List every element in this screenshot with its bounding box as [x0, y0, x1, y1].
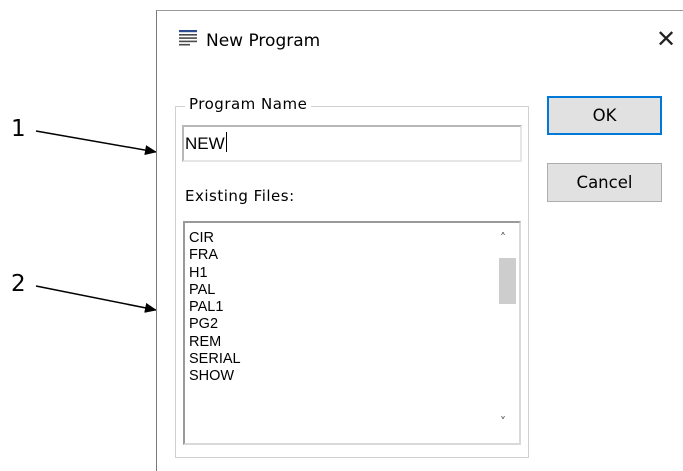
list-item[interactable]: SHOW	[189, 368, 241, 385]
cancel-button[interactable]: Cancel	[547, 163, 662, 202]
list-item[interactable]: PG2	[189, 316, 241, 333]
title-bar: New Program ✕	[157, 11, 683, 73]
scroll-up-icon[interactable]: ˄	[500, 231, 506, 245]
list-item[interactable]: FRA	[189, 247, 241, 264]
close-button[interactable]: ✕	[651, 25, 681, 53]
scroll-thumb[interactable]	[499, 258, 516, 304]
callout-arrow-2	[35, 285, 157, 313]
vertical-scrollbar[interactable]: ˄ ˅	[495, 223, 519, 443]
list-item[interactable]: H1	[189, 265, 241, 282]
program-name-input[interactable]: NEW	[182, 125, 522, 162]
list-item[interactable]: PAL	[189, 282, 241, 299]
new-program-dialog: New Program ✕ Program Name NEW Existing …	[156, 10, 683, 471]
file-list-items: CIR FRA H1 PAL PAL1 PG2 REM SERIAL SHOW	[189, 230, 241, 386]
list-item[interactable]: CIR	[189, 230, 241, 247]
list-item[interactable]: REM	[189, 334, 241, 351]
scroll-down-icon[interactable]: ˅	[500, 415, 506, 429]
program-name-label: Program Name	[185, 95, 312, 113]
list-item[interactable]: PAL1	[189, 299, 241, 316]
dialog-title: New Program	[206, 31, 321, 51]
existing-files-label: Existing Files:	[185, 187, 295, 205]
ok-button[interactable]: OK	[547, 96, 662, 135]
document-lines-icon	[179, 30, 197, 46]
text-caret	[225, 132, 227, 152]
existing-files-list[interactable]: CIR FRA H1 PAL PAL1 PG2 REM SERIAL SHOW ˄ ˅	[183, 221, 521, 445]
program-name-value: NEW	[185, 134, 225, 153]
list-item[interactable]: SERIAL	[189, 351, 241, 368]
callout-arrow-1	[35, 130, 157, 156]
